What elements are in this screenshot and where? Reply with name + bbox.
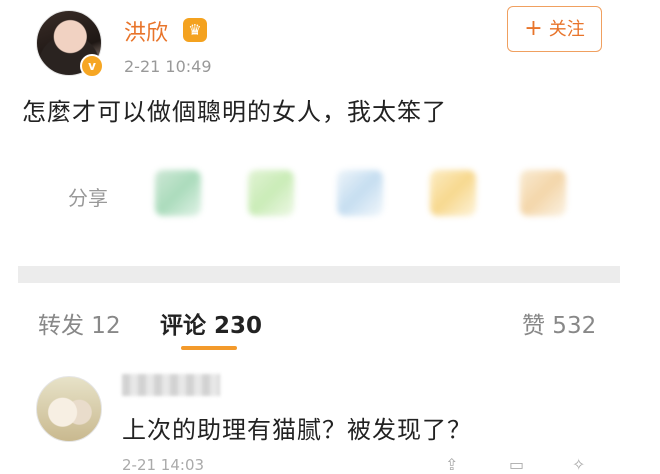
section-divider (18, 266, 620, 283)
qq-icon[interactable] (337, 170, 383, 216)
comment-text: 上次的助理有猫腻？被发现了？ (122, 416, 472, 444)
commenter-avatar[interactable] (36, 376, 102, 442)
like-icon[interactable]: ✧ (572, 455, 585, 474)
follow-button[interactable]: + 关注 (507, 6, 602, 52)
commenter-name-redacted (122, 374, 220, 396)
active-tab-indicator (181, 346, 237, 350)
verified-badge-icon: v (80, 54, 104, 78)
share-label: 分享 (68, 186, 108, 210)
comment-timestamp: 2-21 14:03 (122, 456, 205, 474)
more-share-icon[interactable] (520, 170, 566, 216)
crown-icon: ♛ (183, 18, 207, 42)
wechat-icon[interactable] (155, 170, 201, 216)
post-timestamp: 2-21 10:49 (124, 57, 212, 76)
tab-comments[interactable]: 评论 230 (160, 306, 262, 340)
follow-label: 关注 (548, 19, 585, 40)
reply-icon[interactable]: ▭ (509, 455, 524, 474)
share-icon[interactable]: ⇪ (445, 455, 458, 474)
plus-icon: + (524, 16, 543, 41)
qzone-icon[interactable] (430, 170, 476, 216)
username[interactable]: 洪欣 (124, 15, 168, 47)
tab-repost[interactable]: 转发 12 (38, 306, 121, 340)
tab-likes[interactable]: 赞 532 (522, 306, 596, 340)
post-text: 怎麼才可以做個聰明的女人，我太笨了 (22, 98, 447, 126)
moments-icon[interactable] (248, 170, 294, 216)
